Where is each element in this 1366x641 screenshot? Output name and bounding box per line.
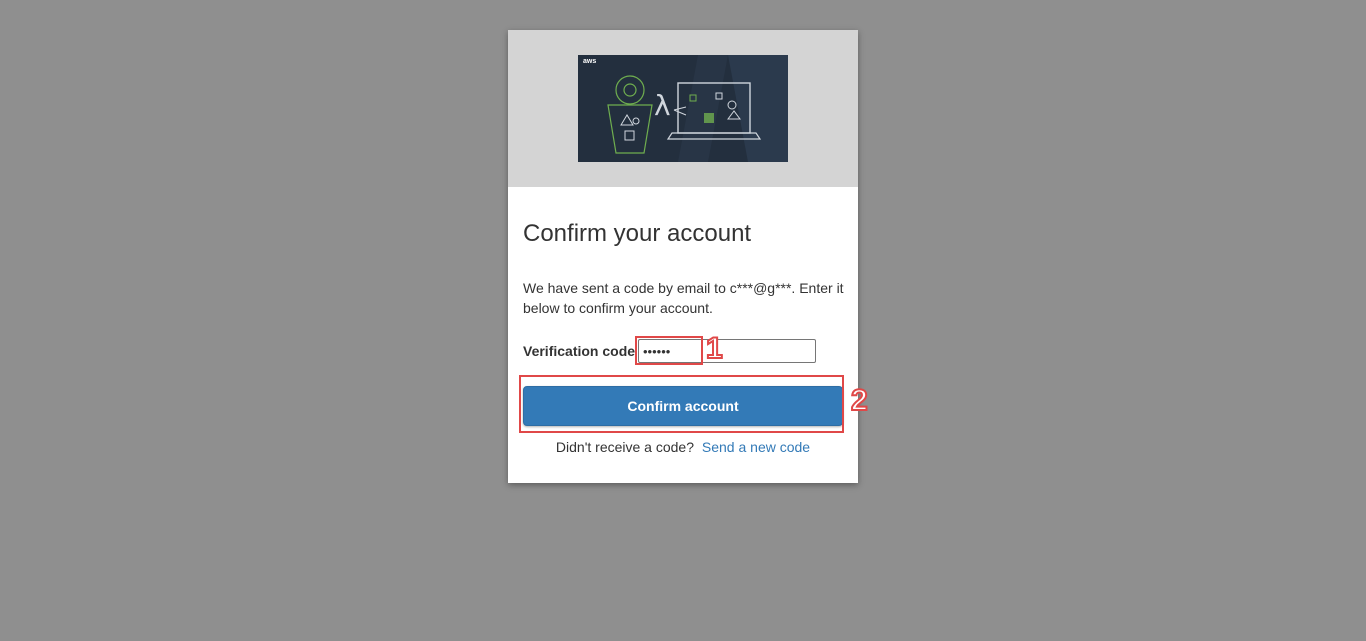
verification-code-input[interactable] — [638, 339, 816, 363]
banner: aws λ — [508, 30, 858, 187]
aws-logo: aws — [583, 58, 596, 65]
confirm-account-button[interactable]: Confirm account — [523, 386, 843, 426]
resend-code-row: Didn't receive a code? Send a new code — [508, 439, 858, 455]
description-text: We have sent a code by email to c***@g**… — [523, 280, 844, 316]
step-2-marker: 2 — [850, 383, 869, 418]
confirm-account-card: aws λ Confirm your account We have sent … — [508, 30, 869, 483]
banner-illustration: aws λ — [578, 55, 788, 162]
resend-prompt: Didn't receive a code? — [555, 439, 694, 455]
page-title: Confirm your account — [523, 220, 752, 247]
lambda-icon: λ — [654, 89, 671, 122]
send-new-code-link[interactable]: Send a new code — [702, 439, 810, 455]
verification-code-label: Verification code — [523, 343, 636, 359]
aws-banner-image: aws λ — [578, 55, 788, 162]
